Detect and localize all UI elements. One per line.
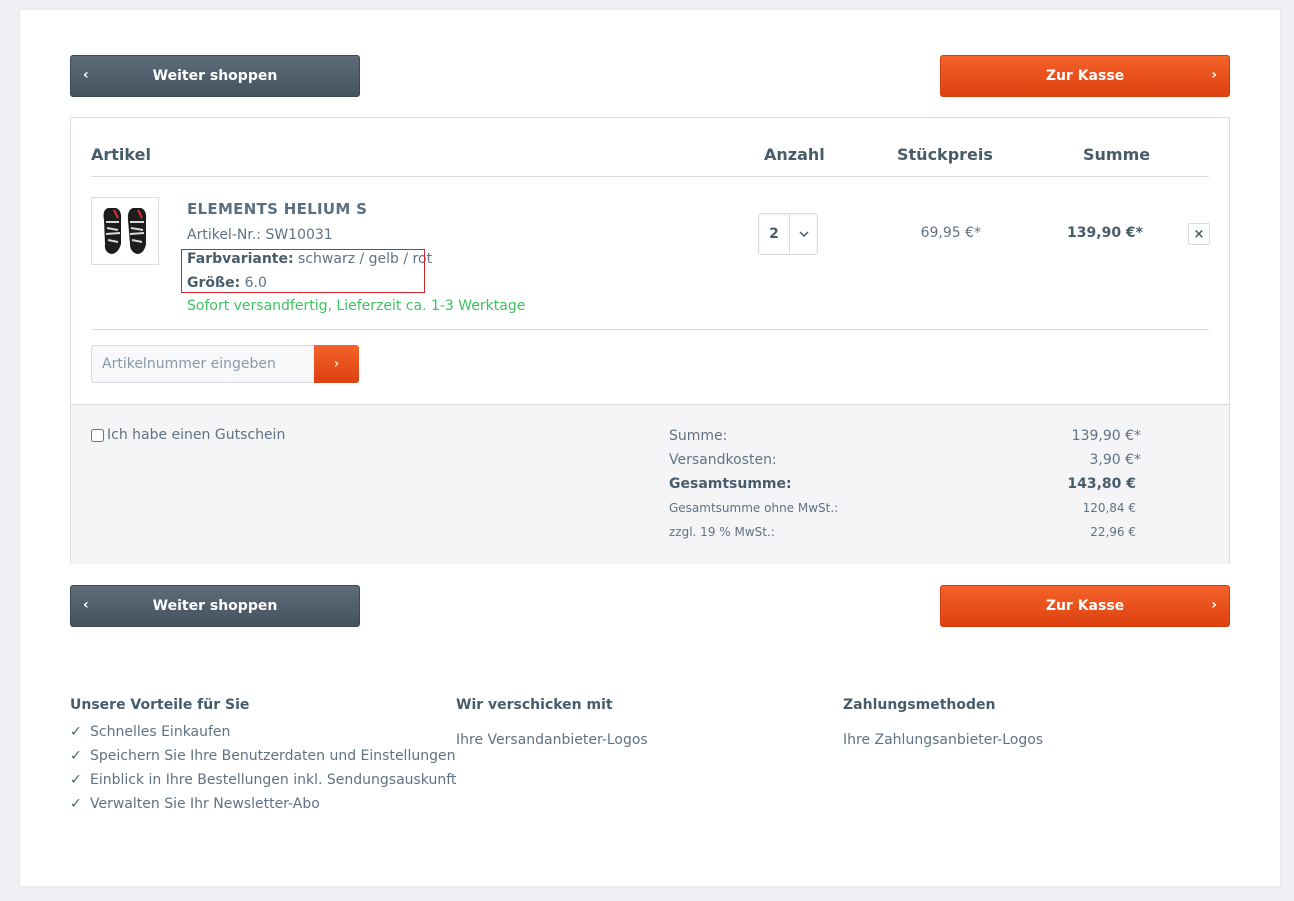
highlight-box xyxy=(181,249,425,293)
continue-shopping-button-top[interactable]: ‹ Weiter shoppen xyxy=(70,55,360,97)
unit-price: 69,95 €* xyxy=(920,225,981,241)
checkout-button-bottom[interactable]: Zur Kasse › xyxy=(940,585,1230,627)
checkmark-icon: ✓ xyxy=(70,724,82,740)
cart-page: ‹ Weiter shoppen Zur Kasse › Artikel Anz… xyxy=(20,10,1280,886)
advantage-item: ✓ Schnelles Einkaufen xyxy=(70,724,230,740)
glove-icon xyxy=(103,208,147,254)
summary-value: 120,84 € xyxy=(1082,501,1136,515)
cart-summary: Ich habe einen Gutschein Summe: 139,90 €… xyxy=(71,404,1229,564)
product-sku: Artikel-Nr.: SW10031 xyxy=(187,227,333,243)
quantity-value: 2 xyxy=(769,226,779,242)
chevron-right-icon: › xyxy=(1211,67,1217,83)
advantage-item: ✓ Einblick in Ihre Bestellungen inkl. Se… xyxy=(70,772,456,788)
header-article: Artikel xyxy=(91,145,151,164)
checkmark-icon: ✓ xyxy=(70,748,82,764)
availability-text: Sofort versandfertig, Lieferzeit ca. 1-3… xyxy=(187,298,526,314)
add-article-button[interactable]: › xyxy=(314,345,359,383)
sku-value: SW10031 xyxy=(265,227,333,243)
summary-value: 139,90 €* xyxy=(1071,428,1141,444)
remove-item-button[interactable]: × xyxy=(1188,223,1210,245)
voucher-label: Ich habe einen Gutschein xyxy=(107,427,286,443)
continue-shopping-label: Weiter shoppen xyxy=(152,68,278,84)
advantage-item: ✓ Speichern Sie Ihre Benutzerdaten und E… xyxy=(70,748,455,764)
product-image[interactable] xyxy=(91,197,159,265)
summary-label: Versandkosten: xyxy=(669,452,777,468)
shipping-logos-text: Ihre Versandanbieter-Logos xyxy=(456,732,648,748)
advantage-text: Schnelles Einkaufen xyxy=(90,724,231,740)
header-sum: Summe xyxy=(1083,145,1151,164)
checkout-label: Zur Kasse xyxy=(1045,68,1125,84)
summary-label: Summe: xyxy=(669,428,728,444)
summary-value: 143,80 € xyxy=(1067,476,1136,492)
checkmark-icon: ✓ xyxy=(70,796,82,812)
header-unit-price: Stückpreis xyxy=(897,145,993,164)
chevron-left-icon: ‹ xyxy=(83,67,89,83)
summary-value: 22,96 € xyxy=(1090,525,1136,539)
chevron-down-icon xyxy=(790,214,818,254)
advantage-item: ✓ Verwalten Sie Ihr Newsletter-Abo xyxy=(70,796,320,812)
chevron-right-icon: › xyxy=(1211,597,1217,613)
voucher-checkbox-label[interactable]: Ich habe einen Gutschein xyxy=(91,427,285,443)
summary-value: 3,90 €* xyxy=(1089,452,1141,468)
payment-logos-text: Ihre Zahlungsanbieter-Logos xyxy=(843,732,1044,748)
product-title[interactable]: ELEMENTS HELIUM S xyxy=(187,200,367,218)
advantage-text: Speichern Sie Ihre Benutzerdaten und Ein… xyxy=(90,748,456,764)
line-total: 139,90 €* xyxy=(1067,225,1143,241)
continue-shopping-button-bottom[interactable]: ‹ Weiter shoppen xyxy=(70,585,360,627)
advantage-text: Einblick in Ihre Bestellungen inkl. Send… xyxy=(90,772,457,788)
checkout-button-top[interactable]: Zur Kasse › xyxy=(940,55,1230,97)
chevron-left-icon: ‹ xyxy=(83,597,89,613)
close-icon: × xyxy=(1193,226,1205,242)
payment-title: Zahlungsmethoden xyxy=(843,697,996,713)
sku-label: Artikel-Nr.: xyxy=(187,227,261,243)
summary-label: Gesamtsumme ohne MwSt.: xyxy=(669,501,839,515)
article-number-input[interactable] xyxy=(91,345,315,383)
divider xyxy=(91,176,1209,177)
add-article-form: › xyxy=(91,345,359,383)
header-quantity: Anzahl xyxy=(764,145,825,164)
advantage-text: Verwalten Sie Ihr Newsletter-Abo xyxy=(90,796,320,812)
summary-label: Gesamtsumme: xyxy=(669,476,792,492)
summary-label: zzgl. 19 % MwSt.: xyxy=(669,525,775,539)
voucher-checkbox[interactable] xyxy=(91,428,104,442)
continue-shopping-label: Weiter shoppen xyxy=(152,598,278,614)
divider xyxy=(91,329,1209,330)
advantages-title: Unsere Vorteile für Sie xyxy=(70,697,250,713)
shipping-title: Wir verschicken mit xyxy=(456,697,613,713)
checkmark-icon: ✓ xyxy=(70,772,82,788)
cart-table: Artikel Anzahl Stückpreis Summe ELEMENTS… xyxy=(70,117,1230,564)
checkout-label: Zur Kasse xyxy=(1045,598,1125,614)
chevron-right-icon: › xyxy=(333,356,340,372)
quantity-select[interactable]: 2 xyxy=(758,213,818,255)
